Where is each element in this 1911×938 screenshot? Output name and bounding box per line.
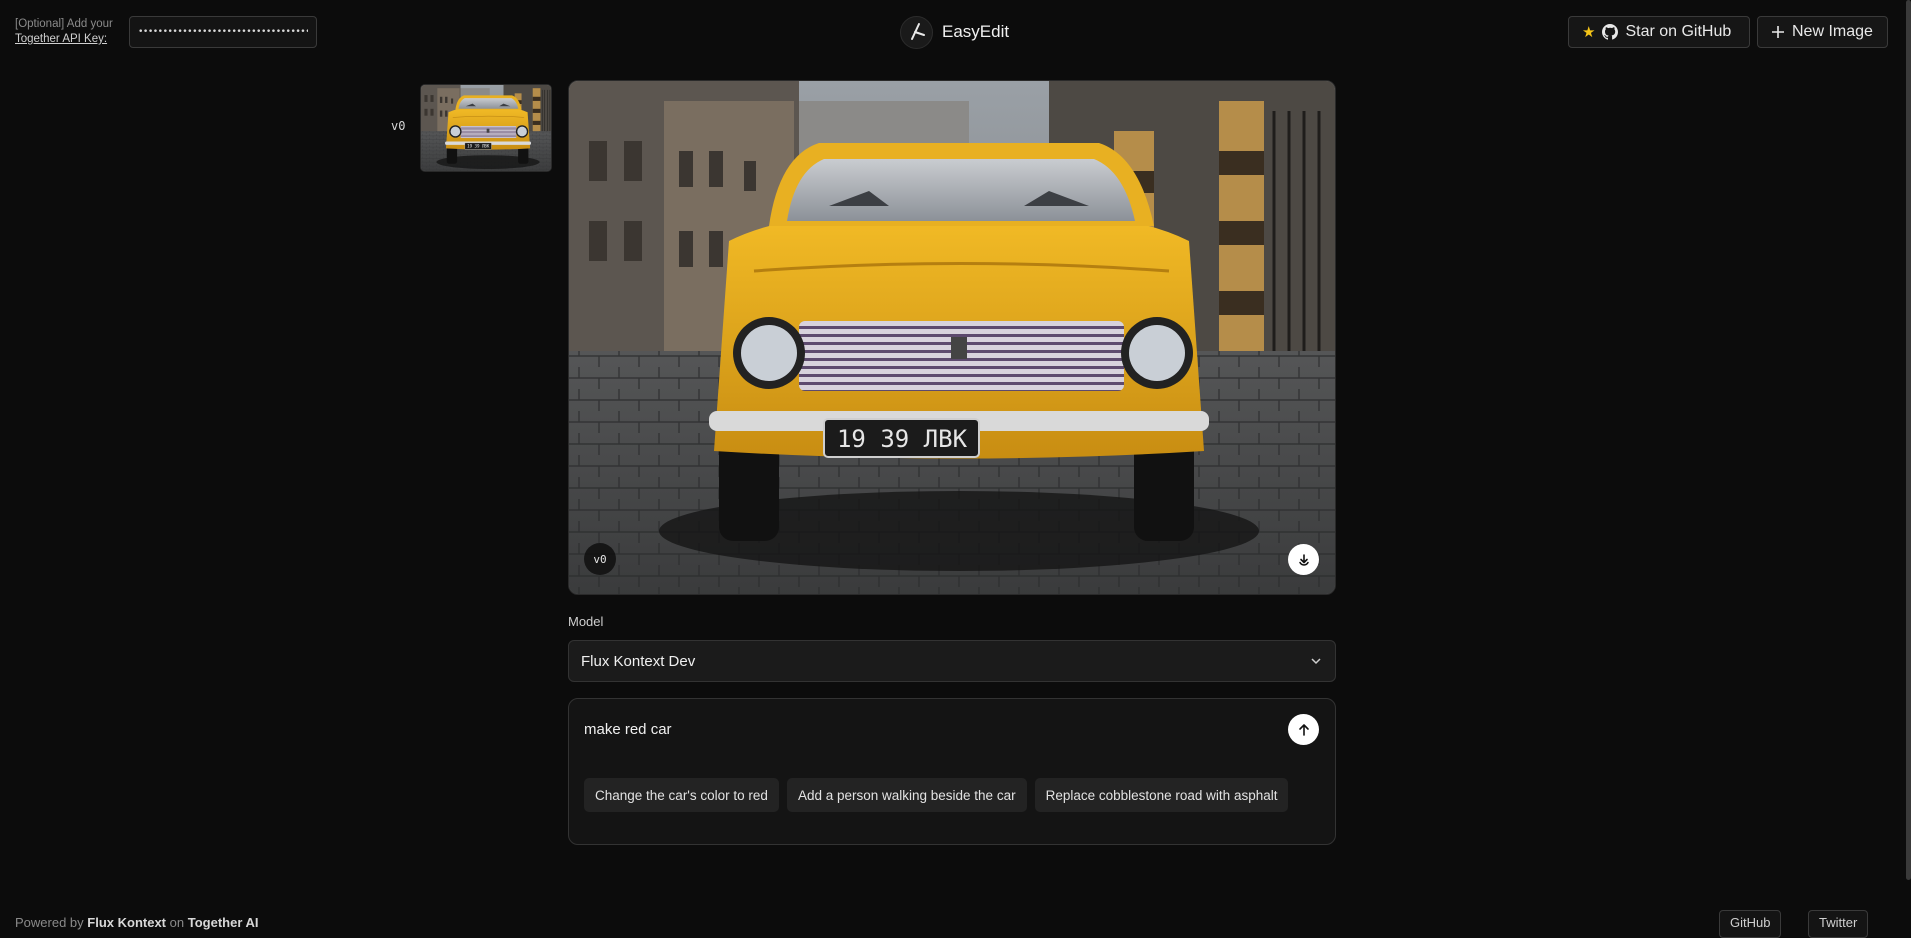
thumbnail-image <box>421 85 551 171</box>
footer-twitter-button[interactable]: Twitter <box>1808 910 1869 938</box>
together-api-key-link[interactable]: Together API Key: <box>15 32 113 47</box>
arrow-up-icon <box>1298 723 1309 736</box>
history-thumbnail-v0[interactable] <box>420 84 552 172</box>
brand[interactable]: EasyEdit <box>900 14 1009 50</box>
prompt-box: Change the car's color to red Add a pers… <box>568 698 1336 845</box>
download-button[interactable] <box>1288 544 1319 575</box>
model-label: Model <box>568 614 604 629</box>
suggestion-chip[interactable]: Change the car's color to red <box>584 778 779 812</box>
footer-model-link[interactable]: Flux Kontext <box>87 915 166 930</box>
api-key-label-prefix: [Optional] Add your <box>15 18 113 30</box>
footer-credits: Powered by Flux Kontext on Together AI <box>15 915 259 930</box>
submit-button[interactable] <box>1288 714 1319 745</box>
footer-github-button[interactable]: GitHub <box>1719 910 1782 938</box>
suggestion-chip[interactable]: Add a person walking beside the car <box>786 778 1027 812</box>
api-key-input[interactable] <box>129 16 317 48</box>
new-image-button[interactable]: New Image <box>1757 16 1888 48</box>
footer-prefix: Powered by <box>15 915 84 930</box>
download-icon <box>1298 553 1309 566</box>
main-image <box>568 80 1336 595</box>
footer-mid: on <box>169 915 185 930</box>
model-select[interactable]: Flux Kontext Dev <box>568 640 1336 682</box>
footer-provider-link[interactable]: Together AI <box>188 915 259 930</box>
page-scrollbar[interactable] <box>1906 0 1911 880</box>
new-image-label: New Image <box>1792 23 1873 40</box>
footer-twitter-label: Twitter <box>1819 915 1858 930</box>
suggestion-chip[interactable]: Replace cobblestone road with asphalt <box>1034 778 1289 812</box>
brand-name: EasyEdit <box>942 22 1010 41</box>
history-version-label: v0 <box>391 119 406 133</box>
model-selected-value: Flux Kontext Dev <box>581 652 696 670</box>
footer-github-label: GitHub <box>1730 915 1771 930</box>
suggestions: Change the car's color to red Add a pers… <box>584 778 1289 812</box>
star-icon: ★ <box>1582 24 1596 41</box>
prompt-input[interactable] <box>584 717 1264 741</box>
star-on-github-button[interactable]: ★ Star on GitHub <box>1568 16 1750 48</box>
car-photo <box>569 81 1335 594</box>
star-on-github-label: Star on GitHub <box>1625 23 1732 40</box>
logo-icon <box>900 15 933 49</box>
version-badge: v0 <box>584 543 616 575</box>
chevron-down-icon <box>1311 658 1321 665</box>
github-icon <box>1602 24 1619 40</box>
plus-icon <box>1772 26 1784 38</box>
header: [Optional] Add your Together API Key: Ea… <box>0 0 1911 64</box>
api-key-label: [Optional] Add your Together API Key: <box>15 17 113 47</box>
